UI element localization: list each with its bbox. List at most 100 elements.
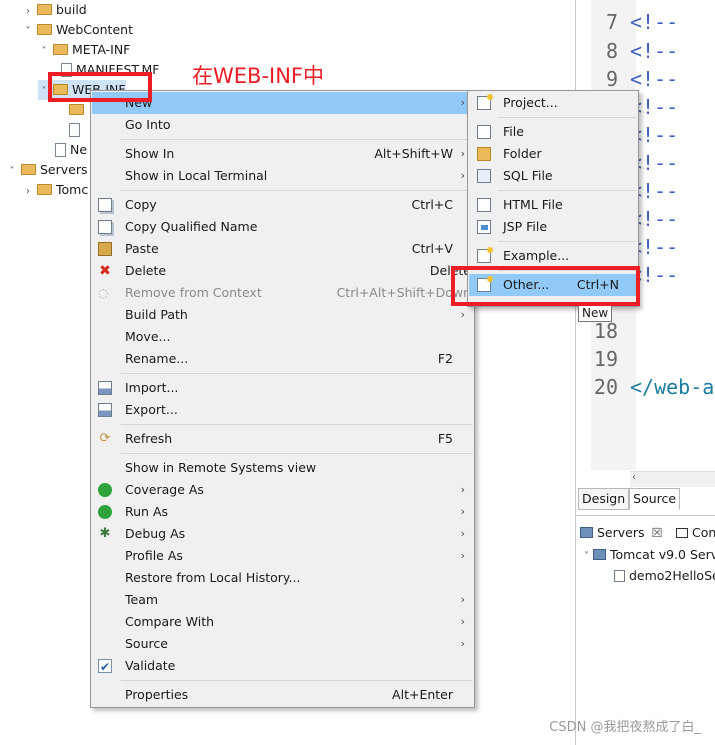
submenu-item-html-file[interactable]: HTML File bbox=[469, 194, 637, 216]
menu-item-shortcut: F2 bbox=[437, 351, 453, 366]
menu-item-go-into[interactable]: Go Into bbox=[92, 114, 473, 136]
menu-item-shortcut: Ctrl+C bbox=[411, 197, 453, 212]
close-icon[interactable]: ☒ bbox=[651, 525, 662, 540]
tab-design[interactable]: Design bbox=[578, 488, 630, 510]
submenu-arrow-icon: › bbox=[460, 169, 465, 182]
new-folder-icon bbox=[477, 147, 491, 161]
annotation-box-web-inf bbox=[48, 72, 152, 102]
server-label: Tomcat v9.0 Serv bbox=[609, 547, 715, 562]
chevron-down-icon[interactable]: ˅ bbox=[584, 551, 589, 562]
tree-item-servers[interactable]: ˅ Servers bbox=[6, 160, 88, 180]
menu-item-export[interactable]: Export... bbox=[92, 399, 473, 421]
submenu-item-label: SQL File bbox=[503, 168, 553, 183]
annotation-box-other bbox=[451, 266, 640, 306]
menu-item-label: Compare With bbox=[125, 614, 215, 629]
menu-item-restore-from-local-history[interactable]: Restore from Local History... bbox=[92, 567, 473, 589]
module-label: demo2HelloSe bbox=[628, 568, 715, 583]
submenu-item-label: Example... bbox=[503, 248, 570, 263]
chevron-down-icon[interactable]: ˅ bbox=[6, 162, 18, 182]
menu-item-show-in-remote-systems[interactable]: Show in Remote Systems view bbox=[92, 457, 473, 479]
menu-item-label: Source bbox=[125, 636, 168, 651]
tree-item-ne[interactable]: Ne bbox=[52, 140, 87, 160]
tab-source[interactable]: Source bbox=[629, 488, 681, 510]
line-number: 19 bbox=[593, 347, 618, 371]
menu-item-copy-qualified-name[interactable]: Copy Qualified Name bbox=[92, 216, 473, 238]
server-module-row[interactable]: demo2HelloSe bbox=[614, 566, 715, 586]
chevron-down-icon[interactable]: ˅ bbox=[38, 42, 50, 62]
menu-item-coverage-as[interactable]: Coverage As › bbox=[92, 479, 473, 501]
menu-item-import[interactable]: Import... bbox=[92, 377, 473, 399]
submenu-item-file[interactable]: File bbox=[469, 121, 637, 143]
new-file-icon bbox=[477, 125, 491, 139]
scroll-left-icon[interactable]: ‹ bbox=[632, 472, 636, 483]
submenu-item-example[interactable]: Example... bbox=[469, 245, 637, 267]
copy-icon bbox=[98, 198, 112, 212]
tooltip: New bbox=[578, 304, 613, 322]
tree-item-webcontent[interactable]: ˅ WebContent bbox=[22, 20, 133, 40]
menu-item-shortcut: Alt+Enter bbox=[392, 687, 453, 702]
new-project-icon bbox=[477, 94, 493, 110]
example-icon bbox=[477, 247, 493, 263]
menu-separator bbox=[121, 139, 473, 140]
menu-item-show-in-local-terminal[interactable]: Show in Local Terminal › bbox=[92, 165, 473, 187]
tab-label: Con bbox=[691, 525, 715, 540]
tab-console[interactable]: Con bbox=[676, 522, 715, 544]
menu-item-run-as[interactable]: Run As › bbox=[92, 501, 473, 523]
menu-separator bbox=[121, 190, 473, 191]
submenu-item-folder[interactable]: Folder bbox=[469, 143, 637, 165]
submenu-item-jsp-file[interactable]: JSP File bbox=[469, 216, 637, 238]
horizontal-scrollbar[interactable]: ‹ bbox=[630, 471, 715, 487]
menu-item-label: Show in Local Terminal bbox=[125, 168, 268, 183]
menu-item-team[interactable]: Team › bbox=[92, 589, 473, 611]
menu-item-label: Copy Qualified Name bbox=[125, 219, 258, 234]
menu-item-paste[interactable]: Paste Ctrl+V bbox=[92, 238, 473, 260]
tree-item-label: WebContent bbox=[56, 22, 133, 37]
menu-item-rename[interactable]: Rename... F2 bbox=[92, 348, 473, 370]
submenu-arrow-icon: › bbox=[460, 549, 465, 562]
line-number: 18 bbox=[593, 319, 618, 343]
tree-item-label: META-INF bbox=[72, 42, 131, 57]
jsp-file-icon bbox=[477, 220, 491, 234]
tree-item-meta-inf[interactable]: ˅ META-INF bbox=[38, 40, 131, 62]
menu-item-show-in[interactable]: Show In Alt+Shift+W › bbox=[92, 143, 473, 165]
servers-view: Servers ☒ Con ˅ Tomcat v9.0 Serv demo2He… bbox=[575, 515, 715, 745]
menu-separator bbox=[121, 424, 473, 425]
tree-item-build[interactable]: › build bbox=[22, 0, 87, 20]
tab-servers[interactable]: Servers ☒ bbox=[580, 522, 663, 544]
tree-item-web-xml[interactable] bbox=[66, 120, 84, 140]
paste-icon bbox=[98, 242, 112, 256]
tree-item-tomcat[interactable]: › Tomc bbox=[22, 180, 88, 200]
menu-item-label: Import... bbox=[125, 380, 179, 395]
submenu-item-project[interactable]: Project... bbox=[469, 92, 637, 114]
menu-item-properties[interactable]: Properties Alt+Enter bbox=[92, 684, 473, 706]
chevron-down-icon[interactable]: ˅ bbox=[22, 22, 34, 42]
menu-item-delete[interactable]: ✖ Delete Delete bbox=[92, 260, 473, 282]
server-row-tomcat[interactable]: ˅ Tomcat v9.0 Serv bbox=[584, 545, 715, 565]
menu-item-shortcut: F5 bbox=[437, 431, 453, 446]
menu-item-debug-as[interactable]: ✱ Debug As › bbox=[92, 523, 473, 545]
menu-item-label: Restore from Local History... bbox=[125, 570, 301, 585]
submenu-arrow-icon: › bbox=[460, 637, 465, 650]
tree-item-lib[interactable] bbox=[66, 100, 88, 120]
menu-item-compare-with[interactable]: Compare With › bbox=[92, 611, 473, 633]
xml-file-icon bbox=[69, 123, 80, 137]
menu-item-validate[interactable]: ✔ Validate bbox=[92, 655, 473, 677]
menu-separator bbox=[498, 190, 636, 191]
menu-item-label: Go Into bbox=[125, 117, 171, 132]
delete-icon: ✖ bbox=[99, 263, 111, 279]
menu-item-label: Validate bbox=[125, 658, 176, 673]
menu-item-refresh[interactable]: ⟳ Refresh F5 bbox=[92, 428, 473, 450]
folder-icon bbox=[53, 44, 68, 55]
chevron-right-icon[interactable]: › bbox=[22, 182, 34, 202]
folder-icon bbox=[37, 24, 52, 35]
menu-item-label: Coverage As bbox=[125, 482, 204, 497]
menu-item-copy[interactable]: Copy Ctrl+C bbox=[92, 194, 473, 216]
menu-item-build-path[interactable]: Build Path › bbox=[92, 304, 473, 326]
chevron-right-icon[interactable]: › bbox=[22, 2, 34, 22]
menu-separator bbox=[498, 241, 636, 242]
menu-item-source[interactable]: Source › bbox=[92, 633, 473, 655]
menu-item-profile-as[interactable]: Profile As › bbox=[92, 545, 473, 567]
context-menu: New › Go Into Show In Alt+Shift+W › Show in… bbox=[90, 90, 475, 708]
menu-item-move[interactable]: Move... bbox=[92, 326, 473, 348]
submenu-item-sql-file[interactable]: SQL File bbox=[469, 165, 637, 187]
